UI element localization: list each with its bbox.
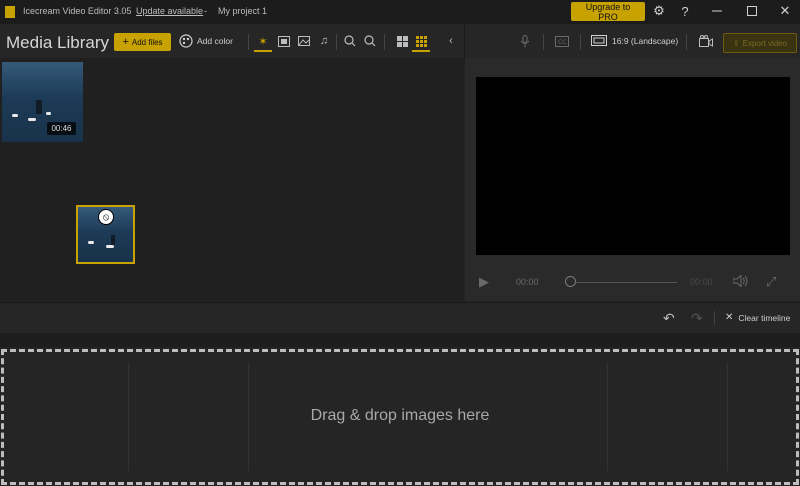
thumbnail-figure [111, 235, 115, 245]
help-icon[interactable]: ? [677, 3, 693, 19]
toolbar-divider [580, 34, 581, 50]
search-glyph [364, 35, 376, 47]
clear-icon: ✕ [725, 312, 734, 323]
aspect-ratio-selector[interactable]: 16:9 (Landscape) [591, 35, 678, 46]
audio-filter-icon[interactable]: ♫ [315, 32, 333, 50]
thumbnail-duration: 00:46 [47, 122, 76, 135]
clear-timeline-label: Clear timeline [738, 312, 791, 323]
video-filter-icon[interactable] [275, 32, 293, 50]
volume-glyph [732, 274, 748, 288]
seek-bar[interactable] [565, 282, 677, 283]
microphone-icon[interactable] [516, 32, 534, 50]
plus-icon: + [122, 36, 129, 48]
toolbar-divider [543, 34, 544, 50]
thumbnail-detail [12, 114, 18, 117]
export-video-button[interactable]: ⇪ Export video [723, 33, 797, 53]
seek-handle[interactable] [565, 276, 576, 287]
large-grid-view-icon[interactable] [393, 32, 411, 50]
search-icon[interactable] [361, 32, 379, 50]
add-color-label: Add color [197, 36, 233, 46]
app-logo-icon [5, 6, 15, 18]
toolbar-divider [384, 34, 385, 50]
toolbar-divider [248, 34, 249, 50]
maximize-glyph [747, 6, 757, 16]
app-name: Icecream Video Editor 3.05 [23, 6, 132, 16]
aspect-ratio-label: 16:9 (Landscape) [612, 35, 679, 46]
maximize-icon[interactable] [744, 3, 760, 19]
thumbnail-detail [28, 118, 36, 121]
add-files-button[interactable]: + Add files [114, 33, 171, 51]
clear-timeline-button[interactable]: ✕ Clear timeline [725, 312, 790, 323]
fullscreen-icon[interactable]: ⤢ [766, 274, 776, 290]
timeline-divider [714, 311, 715, 325]
camera-glyph [699, 35, 713, 47]
no-drop-cursor-icon: ⦸ [98, 209, 114, 225]
image-glyph [298, 36, 310, 46]
all-media-filter-icon[interactable]: ✶ [254, 32, 272, 52]
aspect-ratio-icon [591, 35, 607, 46]
play-icon[interactable]: ▶ [479, 274, 489, 290]
project-name: My project 1 [218, 6, 268, 16]
panel-divider [464, 24, 465, 58]
gear-icon[interactable]: ⚙ [651, 3, 667, 19]
volume-icon[interactable] [732, 274, 749, 290]
minimize-icon[interactable] [709, 3, 725, 19]
small-grid-glyph [415, 35, 427, 47]
timeline-toolbar [0, 302, 800, 333]
upgrade-to-pro-button[interactable]: Upgrade to PRO [571, 2, 645, 22]
thumbnail-detail [46, 112, 51, 115]
large-grid-glyph [396, 35, 408, 47]
toolbar-divider [336, 34, 337, 50]
thumbnail-figure [36, 100, 42, 114]
export-video-label: Export video [742, 38, 788, 48]
dropzone-text: Drag & drop images here [310, 407, 490, 424]
update-available-link[interactable]: Update available [136, 6, 203, 16]
toolbar-divider [686, 34, 687, 50]
timeline-ruler [0, 333, 800, 347]
captions-glyph: CC [555, 35, 569, 47]
microphone-glyph [520, 34, 530, 47]
video-preview [476, 77, 790, 255]
export-icon: ⇪ [732, 38, 740, 48]
minimize-glyph [712, 10, 722, 12]
video-settings-icon[interactable] [697, 32, 715, 50]
close-icon[interactable]: ✕ [777, 3, 793, 19]
undo-icon[interactable]: ↶ [663, 310, 675, 327]
captions-icon[interactable]: CC [553, 32, 571, 50]
thumbnail-detail [106, 245, 114, 248]
zoom-glyph [344, 35, 356, 47]
collapse-panel-icon[interactable]: ‹ [442, 32, 460, 50]
palette-icon [179, 34, 193, 48]
image-filter-icon[interactable] [295, 32, 313, 50]
zoom-icon[interactable] [341, 32, 359, 50]
add-files-label: Add files [131, 37, 163, 47]
current-time: 00:00 [516, 277, 539, 287]
svg-text:CC: CC [558, 39, 566, 46]
redo-icon[interactable]: ↷ [691, 310, 703, 327]
media-library-title: Media Library [6, 33, 109, 52]
add-color-button[interactable]: Add color [179, 34, 233, 48]
small-grid-view-icon[interactable] [412, 32, 430, 52]
film-glyph [278, 35, 290, 47]
total-time: 00:00 [690, 277, 713, 287]
thumbnail-detail [88, 241, 94, 244]
title-separator: - [204, 6, 207, 16]
